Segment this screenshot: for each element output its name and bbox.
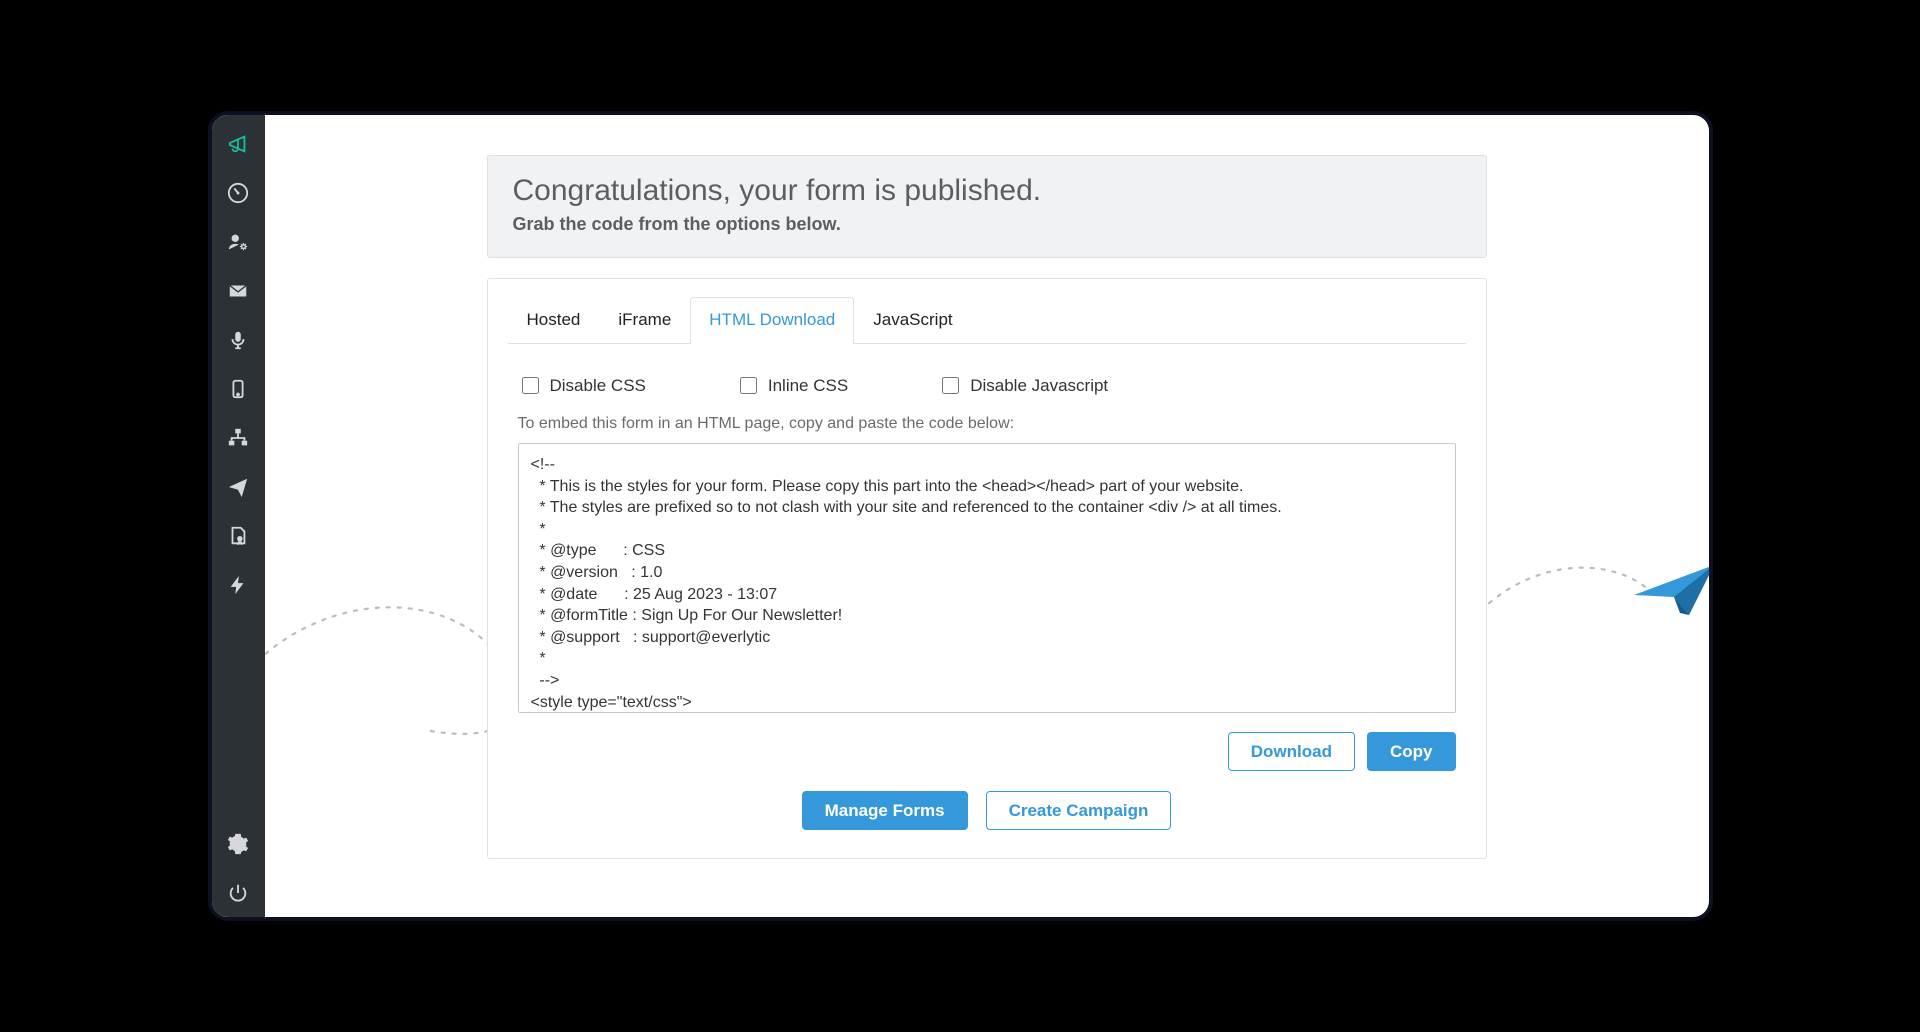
manage-forms-button[interactable]: Manage Forms xyxy=(802,791,968,830)
download-button[interactable]: Download xyxy=(1228,732,1355,771)
code-actions: Download Copy xyxy=(508,718,1466,771)
user-cog-icon xyxy=(227,231,249,253)
sidebar-item-mobile[interactable] xyxy=(212,364,265,413)
create-campaign-button[interactable]: Create Campaign xyxy=(986,791,1172,830)
mic-icon xyxy=(227,329,249,351)
option-disable-js[interactable]: Disable Javascript xyxy=(938,374,1108,397)
sidebar-item-send[interactable] xyxy=(212,462,265,511)
option-disable-css-label: Disable CSS xyxy=(550,376,646,396)
sitemap-icon xyxy=(227,427,249,449)
sidebar-item-transactional[interactable] xyxy=(212,560,265,609)
checkbox-disable-js[interactable] xyxy=(942,377,959,394)
sidebar-item-campaigns[interactable] xyxy=(212,119,265,168)
power-icon xyxy=(227,882,249,904)
option-inline-css-label: Inline CSS xyxy=(768,376,848,396)
copy-button[interactable]: Copy xyxy=(1367,732,1456,771)
sidebar xyxy=(212,115,265,917)
mail-icon xyxy=(227,280,249,302)
banner-title: Congratulations, your form is published. xyxy=(513,174,1461,208)
sidebar-item-automation[interactable] xyxy=(212,413,265,462)
gear-icon xyxy=(227,833,249,855)
form-code-card: Hosted iFrame HTML Download JavaScript D… xyxy=(487,278,1487,859)
mobile-icon xyxy=(227,378,249,400)
bolt-icon xyxy=(227,574,249,596)
megaphone-icon xyxy=(227,133,249,155)
dashboard-icon xyxy=(227,182,249,204)
send-icon xyxy=(227,476,249,498)
tabs: Hosted iFrame HTML Download JavaScript xyxy=(508,279,1466,344)
sidebar-item-settings[interactable] xyxy=(212,819,265,868)
main-area: Congratulations, your form is published.… xyxy=(265,115,1709,917)
sidebar-item-dashboard[interactable] xyxy=(212,168,265,217)
sidebar-item-contacts[interactable] xyxy=(212,217,265,266)
checkbox-inline-css[interactable] xyxy=(740,377,757,394)
embed-instruction: To embed this form in an HTML page, copy… xyxy=(508,415,1466,443)
option-inline-css[interactable]: Inline CSS xyxy=(736,374,848,397)
certificate-icon xyxy=(227,525,249,547)
banner: Congratulations, your form is published.… xyxy=(487,155,1487,258)
sidebar-item-landing[interactable] xyxy=(212,511,265,560)
sidebar-item-voice[interactable] xyxy=(212,315,265,364)
checkbox-disable-css[interactable] xyxy=(522,377,539,394)
tab-javascript[interactable]: JavaScript xyxy=(854,297,971,344)
content-scroll[interactable]: Congratulations, your form is published.… xyxy=(265,115,1709,917)
tab-hosted[interactable]: Hosted xyxy=(508,297,600,344)
tab-iframe[interactable]: iFrame xyxy=(599,297,690,344)
sidebar-item-logout[interactable] xyxy=(212,868,265,917)
option-disable-css[interactable]: Disable CSS xyxy=(518,374,646,397)
options-row: Disable CSS Inline CSS Disable Javascrip… xyxy=(508,344,1466,415)
footer-actions: Manage Forms Create Campaign xyxy=(508,771,1466,830)
tab-html-download[interactable]: HTML Download xyxy=(690,297,854,344)
option-disable-js-label: Disable Javascript xyxy=(970,376,1108,396)
embed-code-textarea[interactable] xyxy=(518,443,1456,713)
app-window: Congratulations, your form is published.… xyxy=(208,111,1713,921)
sidebar-item-messages[interactable] xyxy=(212,266,265,315)
banner-subtitle: Grab the code from the options below. xyxy=(513,214,1461,235)
